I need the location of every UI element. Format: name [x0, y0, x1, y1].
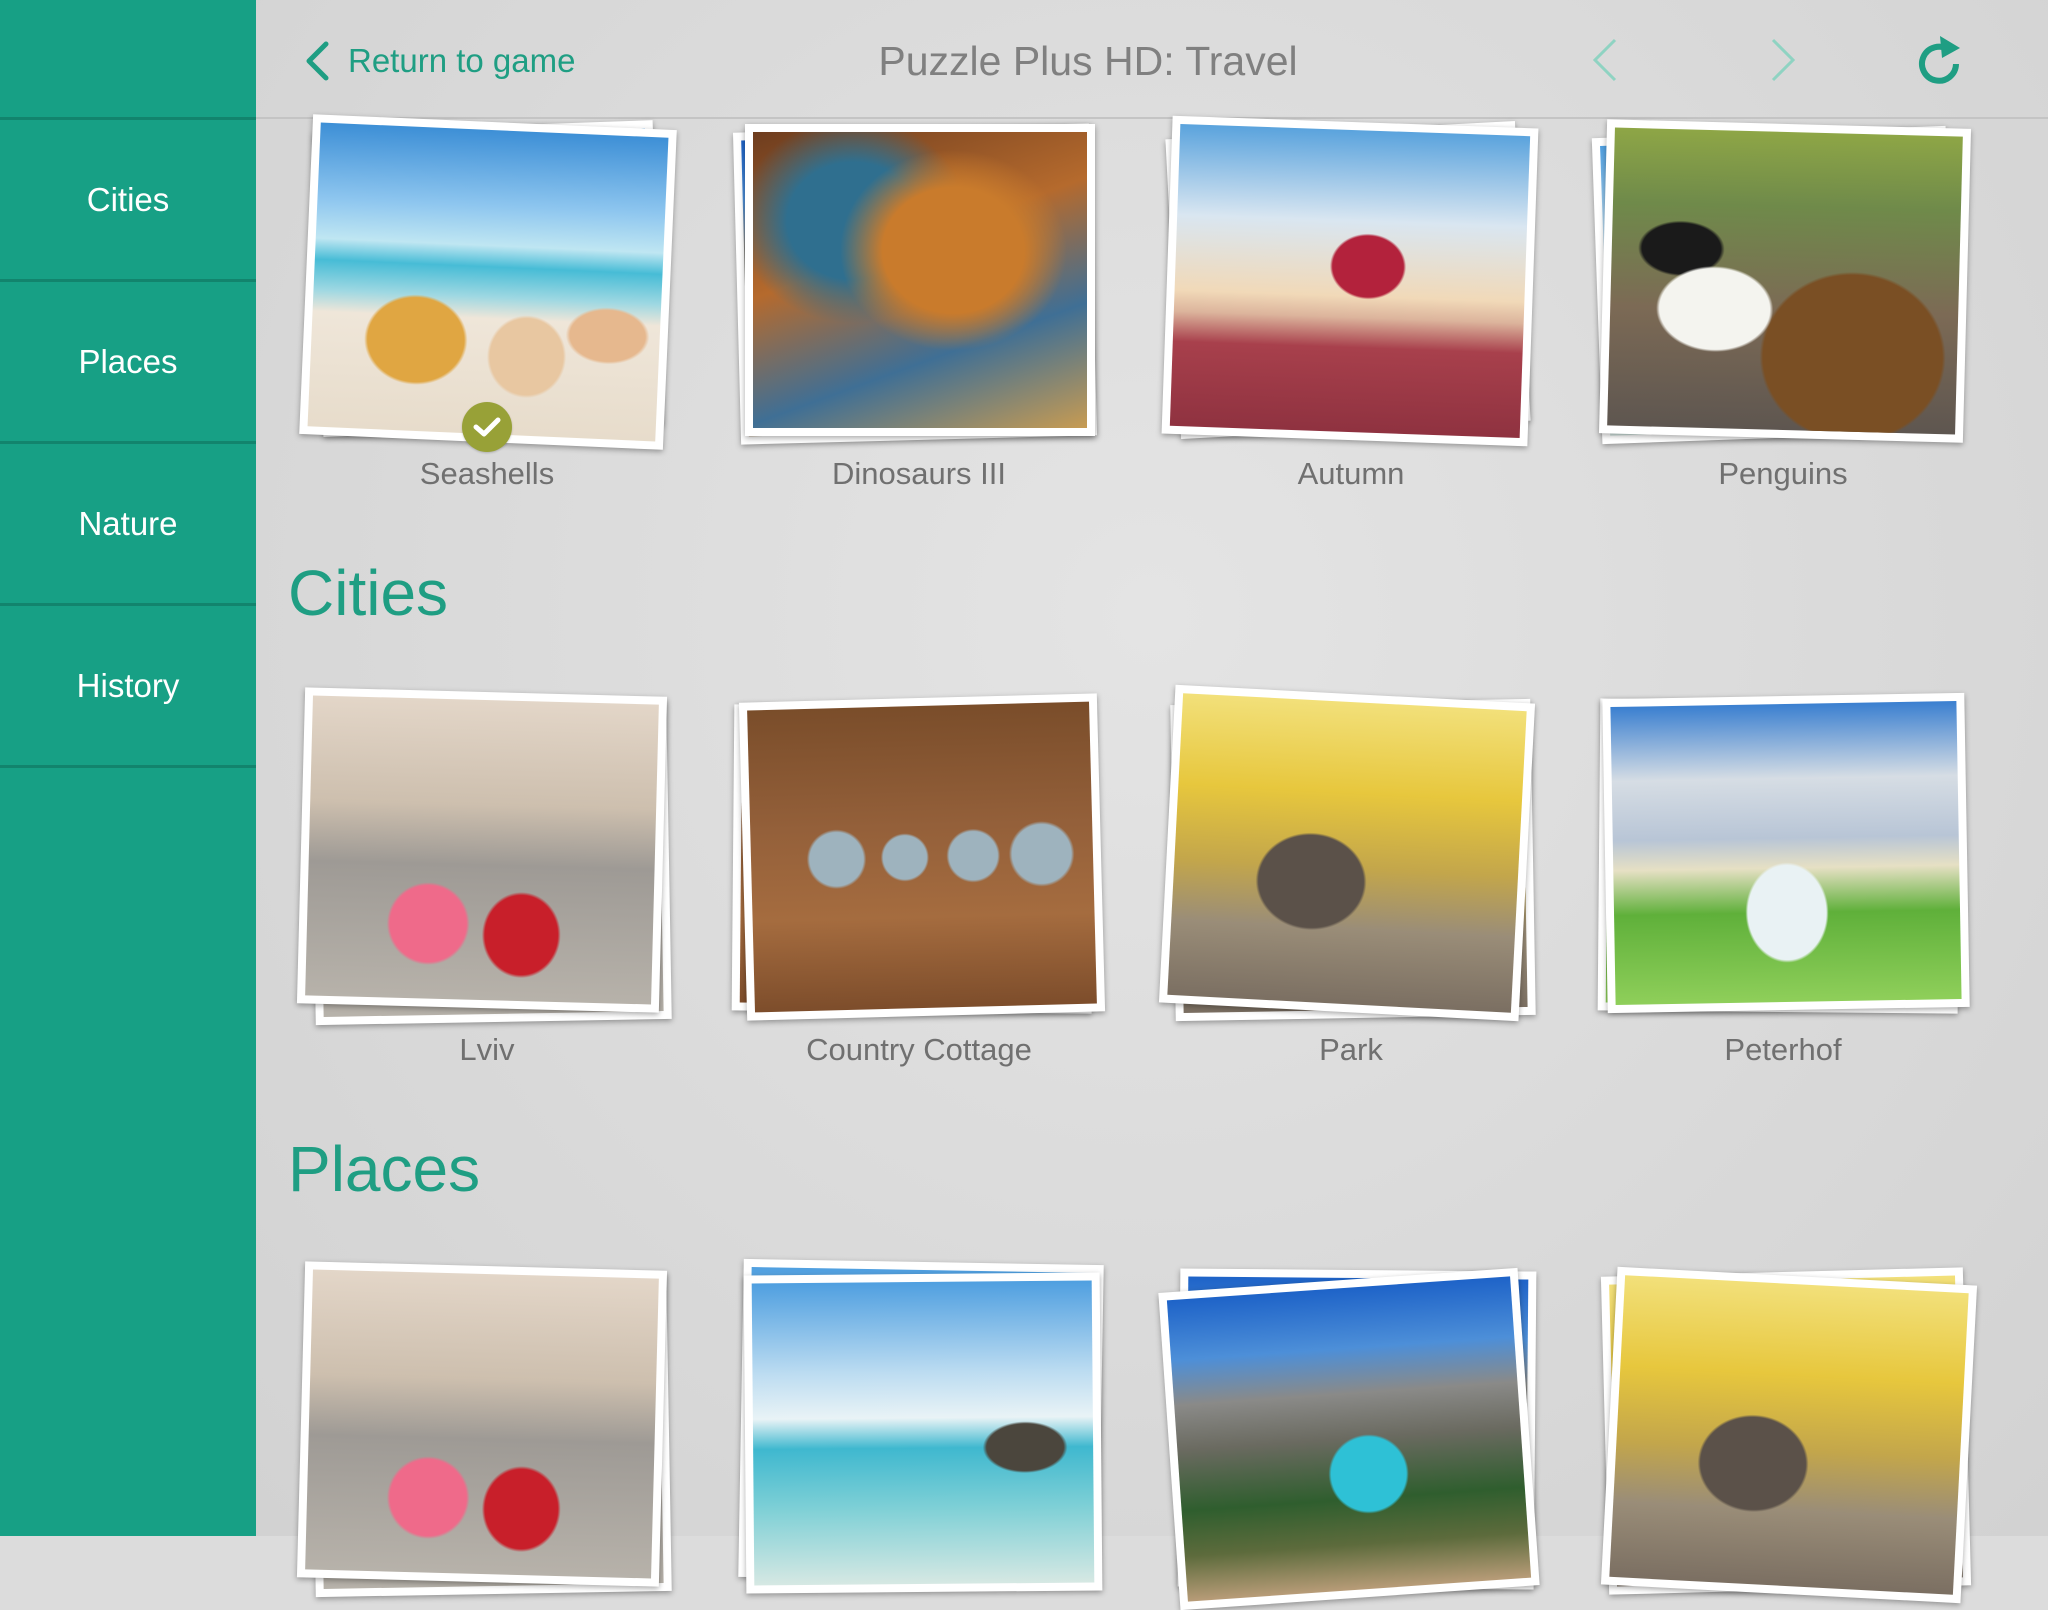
puzzle-label: Lviv	[459, 1032, 515, 1067]
puzzle-card-country-cottage[interactable]	[731, 688, 1107, 1021]
puzzle-label: Dinosaurs III	[831, 456, 1006, 491]
completed-badge	[462, 402, 512, 452]
puzzle-label: Peterhof	[1724, 1032, 1842, 1067]
chevron-left-icon	[1592, 38, 1617, 82]
puzzle-label: Penguins	[1718, 456, 1848, 491]
puzzle-card-places-1[interactable]	[296, 1261, 675, 1598]
refresh-button[interactable]	[1914, 34, 1964, 91]
puzzle-label: Autumn	[1297, 456, 1405, 491]
refresh-icon	[1919, 36, 1960, 84]
puzzle-thumbnail	[305, 695, 659, 1005]
section-title-places: Places	[288, 1133, 481, 1205]
sidebar-item-label: Places	[78, 342, 178, 380]
sidebar-item-history[interactable]: History	[0, 606, 256, 768]
puzzle-thumbnail	[1610, 701, 1962, 1005]
puzzle-thumbnail	[747, 701, 1097, 1013]
puzzle-label: Park	[1319, 1032, 1383, 1067]
chevron-right-icon	[1771, 38, 1796, 82]
previous-button[interactable]	[1592, 38, 1618, 87]
puzzle-card-places-2[interactable]	[731, 1258, 1107, 1594]
puzzle-thumbnail	[1166, 1276, 1532, 1602]
puzzle-card-lviv[interactable]	[296, 687, 675, 1026]
next-button[interactable]	[1770, 38, 1796, 87]
puzzle-thumbnail	[307, 122, 669, 442]
page-title-text: Puzzle Plus HD: Travel	[878, 38, 1298, 84]
puzzle-card-peterhof[interactable]	[1595, 688, 1971, 1014]
category-sidebar: Cities Places Nature History	[0, 0, 256, 1536]
puzzle-thumbnail	[753, 132, 1087, 428]
sidebar-item-cities[interactable]: Cities	[0, 120, 256, 282]
puzzle-label: Seashells	[419, 456, 555, 491]
puzzle-thumbnail	[305, 1269, 659, 1579]
sidebar-item-label: Nature	[78, 504, 178, 542]
puzzle-thumbnail	[1609, 1275, 1969, 1595]
puzzle-thumbnail	[1167, 693, 1527, 1013]
puzzle-card-park[interactable]	[1158, 684, 1539, 1022]
sidebar-item-label: Cities	[86, 180, 170, 218]
puzzle-card-places-4[interactable]	[1595, 1262, 1978, 1604]
puzzle-thumbnail	[751, 1280, 1095, 1586]
puzzle-card-autumn[interactable]	[1161, 115, 1539, 447]
puzzle-card-dinosaurs-iii[interactable]	[731, 118, 1107, 445]
puzzle-label: Country Cottage	[806, 1032, 1032, 1067]
puzzle-card-places-3[interactable]	[1158, 1262, 1540, 1610]
puzzle-card-seashells[interactable]	[299, 114, 677, 450]
sidebar-item-nature[interactable]: Nature	[0, 444, 256, 606]
section-title-cities: Cities	[288, 557, 449, 629]
puzzle-card-penguins[interactable]	[1591, 118, 1972, 445]
sidebar-header	[0, 0, 256, 120]
sidebar-item-label: History	[76, 666, 180, 704]
puzzle-thumbnail	[1169, 123, 1531, 439]
sidebar-item-places[interactable]: Places	[0, 282, 256, 444]
checkmark-icon	[473, 417, 501, 437]
top-bar: Return to game Puzzle Plus HD: Travel	[256, 0, 2048, 119]
puzzle-thumbnail	[1607, 127, 1963, 435]
